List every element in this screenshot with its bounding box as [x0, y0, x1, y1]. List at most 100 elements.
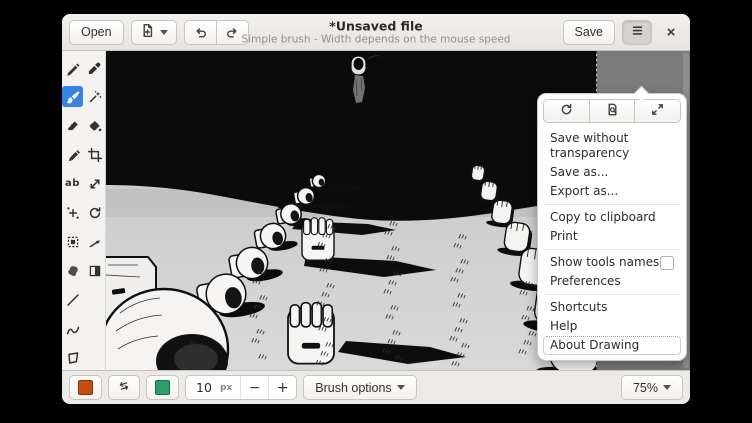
points-icon: [65, 205, 81, 221]
main-area: ab: [62, 51, 690, 370]
primary-color-button[interactable]: [69, 375, 102, 400]
tool-magic-wand[interactable]: [84, 86, 105, 107]
tool-color-picker[interactable]: [84, 57, 105, 78]
menu-item-preferences[interactable]: Preferences: [543, 272, 681, 291]
swap-colors-button[interactable]: [108, 375, 140, 400]
free-select-icon: [65, 263, 81, 279]
tool-skew[interactable]: [84, 231, 105, 252]
tool-eraser[interactable]: [62, 115, 83, 136]
brush-icon: [65, 89, 81, 105]
popover-icon-row: [543, 99, 681, 123]
crop-icon: [87, 147, 103, 163]
app-menu-popover: Save without transparency Save as... Exp…: [537, 93, 687, 361]
reload-button[interactable]: [543, 99, 590, 123]
primary-color-swatch: [78, 380, 93, 395]
canvas-artwork: [106, 51, 596, 370]
tool-rotate[interactable]: [84, 202, 105, 223]
tool-rectangle-select[interactable]: [62, 231, 83, 252]
chevron-down-icon: [397, 385, 405, 390]
hamburger-menu-icon: [630, 23, 645, 41]
toolbar-spacer: [84, 289, 105, 310]
chevron-down-icon: [663, 385, 671, 390]
menu-item-export-as[interactable]: Export as...: [543, 182, 681, 201]
undo-redo-group: [184, 20, 249, 45]
menu-separator: [544, 249, 680, 250]
brush-options-button[interactable]: Brush options: [303, 375, 416, 400]
tool-brush[interactable]: [62, 86, 83, 107]
menu-separator: [544, 294, 680, 295]
menu-item-save-as[interactable]: Save as...: [543, 163, 681, 182]
new-image-icon: [140, 23, 155, 41]
tool-pencil[interactable]: [62, 57, 83, 78]
fullscreen-button[interactable]: [634, 99, 681, 123]
drawing-canvas[interactable]: [106, 51, 597, 370]
tool-free-select[interactable]: [62, 260, 83, 281]
text-icon: ab: [65, 178, 80, 189]
menu-separator: [544, 204, 680, 205]
brush-size-spinner: 10 px − +: [185, 375, 297, 400]
brush-size-value[interactable]: 10: [186, 380, 220, 395]
close-icon: ×: [667, 24, 676, 41]
redo-button[interactable]: [216, 20, 249, 45]
tools-sidebar: ab: [62, 51, 106, 370]
eyedropper-icon: [87, 60, 103, 76]
menu-item-help[interactable]: Help: [543, 317, 681, 336]
hamburger-menu-button[interactable]: [622, 20, 652, 45]
tool-line[interactable]: [62, 289, 83, 310]
preview-icon: [605, 102, 620, 120]
line-icon: [65, 292, 81, 308]
preview-button[interactable]: [589, 99, 636, 123]
undo-button[interactable]: [184, 20, 217, 45]
zoom-level-value: 75%: [633, 381, 658, 395]
swap-colors-icon: [117, 379, 131, 396]
window-subtitle: Simple brush - Width depends on the mous…: [242, 33, 511, 45]
skew-icon: [87, 234, 103, 250]
rectangle-select-icon: [65, 234, 81, 250]
filters-icon: [87, 263, 103, 279]
canvas-workspace: Save without transparency Save as... Exp…: [106, 51, 690, 370]
menu-item-copy-to-clipboard[interactable]: Copy to clipboard: [543, 208, 681, 227]
highlighter-icon: [65, 147, 81, 163]
window-title: *Unsaved file: [242, 18, 511, 33]
bottom-options-bar: 10 px − + Brush options 75%: [62, 370, 690, 404]
tool-points[interactable]: [62, 202, 83, 223]
reload-icon: [559, 102, 574, 120]
toolbar-spacer: [84, 318, 105, 339]
curve-icon: [65, 321, 81, 337]
chevron-down-icon: [160, 30, 168, 35]
toolbar-spacer: [84, 347, 105, 368]
show-tools-names-checkbox[interactable]: [660, 256, 674, 270]
rotate-icon: [87, 205, 103, 221]
new-image-button[interactable]: [131, 20, 177, 45]
secondary-color-button[interactable]: [146, 375, 179, 400]
tool-shape[interactable]: [62, 347, 83, 368]
tool-highlighter[interactable]: [62, 144, 83, 165]
paint-bucket-icon: [87, 118, 103, 134]
window-title-area: *Unsaved file Simple brush - Width depen…: [242, 18, 511, 45]
brush-options-label: Brush options: [315, 381, 391, 395]
tool-curve[interactable]: [62, 318, 83, 339]
tool-crop[interactable]: [84, 144, 105, 165]
fullscreen-icon: [650, 102, 665, 120]
menu-item-print[interactable]: Print: [543, 227, 681, 246]
menu-item-about-drawing[interactable]: About Drawing: [543, 336, 681, 355]
shape-icon: [65, 350, 81, 366]
open-button[interactable]: Open: [69, 20, 124, 45]
tool-paint-bucket[interactable]: [84, 115, 105, 136]
zoom-level-button[interactable]: 75%: [621, 375, 683, 400]
menu-item-shortcuts[interactable]: Shortcuts: [543, 298, 681, 317]
tool-filters[interactable]: [84, 260, 105, 281]
pencil-icon: [65, 60, 81, 76]
brush-size-unit: px: [220, 383, 240, 393]
decrease-size-button[interactable]: −: [240, 376, 268, 399]
increase-size-button[interactable]: +: [268, 376, 296, 399]
header-bar: Open *Unsaved file Simple brush - Width …: [62, 14, 690, 51]
tool-scale[interactable]: [84, 173, 105, 194]
menu-item-show-tools-names[interactable]: Show tools names: [543, 253, 681, 272]
close-button[interactable]: ×: [659, 20, 683, 45]
tool-text[interactable]: ab: [62, 173, 83, 194]
menu-item-save-without-transparency[interactable]: Save without transparency: [543, 129, 681, 163]
menu-item-label: Show tools names: [550, 255, 659, 270]
save-button[interactable]: Save: [563, 20, 616, 45]
magic-wand-icon: [87, 89, 103, 105]
